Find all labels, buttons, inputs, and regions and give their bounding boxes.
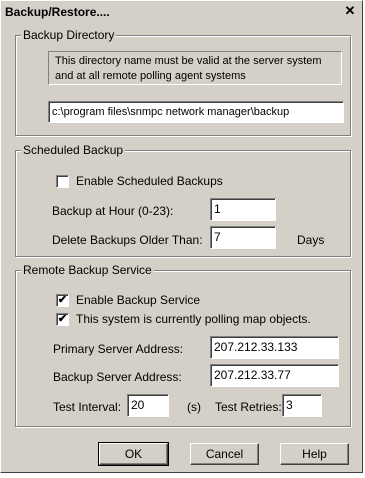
backup-server-input[interactable]: 207.212.33.77 bbox=[210, 364, 339, 387]
backup-hour-input[interactable]: 1 bbox=[210, 198, 276, 221]
checkmark-icon: ✔ bbox=[57, 294, 68, 306]
test-retries-label: Test Retries: bbox=[215, 400, 282, 414]
remote-backup-legend: Remote Backup Service bbox=[21, 263, 154, 277]
primary-server-input[interactable]: 207.212.33.133 bbox=[210, 336, 339, 359]
scheduled-backup-legend: Scheduled Backup bbox=[21, 143, 126, 157]
title-bar[interactable]: Backup/Restore.... ✕ bbox=[3, 3, 360, 21]
backup-hour-label: Backup at Hour (0-23): bbox=[52, 204, 174, 218]
polling-map-objects-checkbox[interactable]: ✔ bbox=[56, 313, 69, 326]
test-retries-input[interactable]: 3 bbox=[282, 394, 322, 417]
help-button[interactable]: Help bbox=[280, 443, 349, 465]
days-label: Days bbox=[297, 233, 325, 247]
backup-directory-group: Backup Directory This directory name mus… bbox=[15, 28, 351, 136]
remote-backup-group: Remote Backup Service ✔ Enable Backup Se… bbox=[15, 263, 351, 427]
backup-restore-dialog: Backup/Restore.... ✕ Backup Directory Th… bbox=[0, 0, 363, 473]
backup-server-label: Backup Server Address: bbox=[53, 370, 182, 384]
window-title: Backup/Restore.... bbox=[5, 5, 110, 19]
close-icon[interactable]: ✕ bbox=[342, 4, 358, 19]
checkmark-icon: ✔ bbox=[57, 313, 68, 325]
delete-days-input[interactable]: 7 bbox=[210, 226, 276, 249]
backup-directory-legend: Backup Directory bbox=[21, 28, 117, 42]
test-interval-unit: (s) bbox=[187, 400, 201, 414]
primary-server-label: Primary Server Address: bbox=[53, 342, 184, 356]
enable-backup-service-checkbox[interactable]: ✔ bbox=[56, 294, 69, 307]
cancel-button[interactable]: Cancel bbox=[190, 443, 259, 465]
backup-directory-input[interactable]: c:\program files\snmpc network manager\b… bbox=[48, 101, 344, 123]
polling-map-objects-label: This system is currently polling map obj… bbox=[76, 312, 311, 326]
enable-backup-service-label: Enable Backup Service bbox=[76, 293, 201, 307]
backup-directory-note: This directory name must be valid at the… bbox=[48, 51, 342, 85]
test-interval-label: Test Interval: bbox=[53, 400, 122, 414]
test-interval-input[interactable]: 20 bbox=[127, 394, 169, 417]
ok-button[interactable]: OK bbox=[98, 442, 169, 466]
enable-scheduled-backups-label: Enable Scheduled Backups bbox=[76, 174, 223, 188]
scheduled-backup-group: Scheduled Backup Enable Scheduled Backup… bbox=[15, 143, 351, 257]
delete-backups-label: Delete Backups Older Than: bbox=[52, 233, 203, 247]
enable-scheduled-backups-checkbox[interactable] bbox=[56, 175, 69, 188]
